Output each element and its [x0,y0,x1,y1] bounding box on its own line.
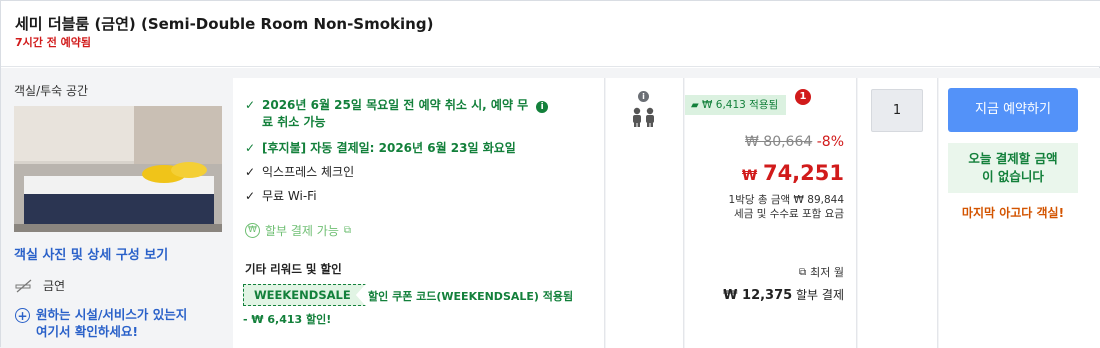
check-icon: ✓ [245,189,256,203]
room-photo[interactable] [14,106,222,232]
facility-help-text: 원하는 시설/서비스가 있는지 여기서 확인하세요! [36,306,187,340]
pay-later-benefit[interactable]: ₩ 할부 결제 가능 ⧉ [245,222,351,239]
no-smoking-icon [15,279,32,292]
last-room-notice: 마지막 아고다 객실! [961,206,1065,220]
room-header: 세미 더블룸 (금연) (Semi-Double Room Non-Smokin… [1,1,1100,67]
pay-later-text: 할부 결제 가능 [265,224,339,238]
person-icon [646,107,654,127]
occupancy-column: i [606,78,684,348]
info-icon[interactable]: i [638,91,649,102]
installment-amount: ₩ 12,375 [723,288,793,303]
promo-code-tag: WEEKENDSALE [243,284,366,306]
room-card: 세미 더블룸 (금연) (Semi-Double Room Non-Smokin… [0,0,1100,348]
free-cancellation-benefit: ✓ 2026년 6월 25일 목요일 전 예약 취소 시, 예약 무 i 료 취소… [245,97,549,131]
room-section-label: 객실/투숙 공간 [14,84,89,98]
booking-column: 지금 예약하기 오늘 결제할 금액 이 없습니다 마지막 아고다 객실! [939,78,1100,348]
external-link-icon: ⧉ [799,266,807,278]
wifi-text: 무료 Wi-Fi [262,189,317,203]
express-checkin-benefit: ✓ 익스프레스 체크인 [245,164,354,181]
no-payment-line2: 이 없습니다 [982,169,1044,184]
installment-price: ₩ 12,375 할부 결제 [723,286,844,303]
free-cancellation-text: 2026년 6월 25일 목요일 전 예약 취소 시, 예약 무 i 료 취소 가… [262,97,549,131]
facility-help-line2: 여기서 확인하세요! [36,324,139,339]
discount-applied-badge: ▰ ₩ 6,413 적용됨 [685,95,787,115]
quantity-column: 1 [858,78,938,348]
free-cancellation-line2: 료 취소 가능 [262,115,326,129]
promo-saving-text: - ₩ 6,413 할인! [243,313,332,326]
two-guests-icon [632,107,655,127]
check-icon: ✓ [245,98,256,112]
min-monthly-text: 최저 월 [810,266,844,279]
book-now-button[interactable]: 지금 예약하기 [948,88,1078,132]
final-price: ₩ 74,251 [742,161,844,185]
facility-help-line1: 원하는 시설/서비스가 있는지 [36,307,188,322]
discount-percent: -8% [816,134,844,150]
installment-label: 할부 결제 [796,288,844,302]
notification-count-badge: 1 [795,89,811,105]
min-monthly-label[interactable]: ⧉ 최저 월 [799,264,844,280]
auto-pay-benefit: ✓ [후지불] 자동 결제일: 2026년 6월 23일 화요일 [245,140,516,157]
benefits-column: ✓ 2026년 6월 25일 목요일 전 예약 취소 시, 예약 무 i 료 취소… [233,78,605,348]
free-cancellation-line1: 2026년 6월 25일 목요일 전 예약 취소 시, 예약 무 [262,98,529,112]
wifi-benefit: ✓ 무료 Wi-Fi [245,188,317,205]
view-room-photos-link[interactable]: 객실 사진 및 상세 구성 보기 [14,244,168,263]
facility-help-link[interactable]: + 원하는 시설/서비스가 있는지 여기서 확인하세요! [15,306,187,340]
final-price-value: 74,251 [762,161,844,185]
person-icon [633,107,641,127]
coupon-icon: ▰ [691,100,699,111]
room-title: 세미 더블룸 (금연) (Semi-Double Room Non-Smokin… [15,15,434,33]
price-column: ▰ ₩ 6,413 적용됨 1 ₩ 80,664 -8% ₩ 74,251 1박… [685,78,857,348]
original-price-value: ₩ 80,664 [745,134,813,150]
plus-circle-icon: + [15,308,30,323]
room-photo-column: 객실/투숙 공간 객실 사진 및 상세 구성 보기 금연 + 원하는 시설/서비… [1,68,223,348]
discount-applied-text: ₩ 6,413 적용됨 [702,99,779,111]
express-checkin-text: 익스프레스 체크인 [262,165,355,179]
no-payment-today-box: 오늘 결제할 금액 이 없습니다 [948,143,1078,193]
check-icon: ✓ [245,165,256,179]
total-per-night: 1박당 총 금액 ₩ 89,844 [728,194,844,206]
payment-icon: ₩ [245,223,260,238]
info-icon[interactable]: i [536,101,549,113]
auto-pay-text: [후지불] 자동 결제일: 2026년 6월 23일 화요일 [262,141,516,155]
promo-applied-text: 할인 쿠폰 코드(WEEKENDSALE) 적용됨 [368,290,574,303]
no-payment-line1: 오늘 결제할 금액 [968,151,1058,166]
other-rewards-title: 기타 리워드 및 할인 [245,262,342,276]
external-link-icon: ⧉ [343,225,352,236]
non-smoking-row: 금연 [15,277,65,294]
recent-booking-notice: 7시간 전 예약됨 [15,36,92,49]
room-offer-row: 객실/투숙 공간 객실 사진 및 상세 구성 보기 금연 + 원하는 시설/서비… [1,68,1100,348]
non-smoking-label: 금연 [43,279,66,293]
tax-note: 세금 및 수수료 포함 요금 [734,208,844,220]
room-quantity-select[interactable]: 1 [871,89,923,132]
check-icon: ✓ [245,141,256,155]
price-details: 1박당 총 금액 ₩ 89,844 세금 및 수수료 포함 요금 [729,193,844,221]
original-price: ₩ 80,664 -8% [745,134,844,150]
room-photo-image [14,106,222,232]
currency-symbol: ₩ [741,168,758,184]
